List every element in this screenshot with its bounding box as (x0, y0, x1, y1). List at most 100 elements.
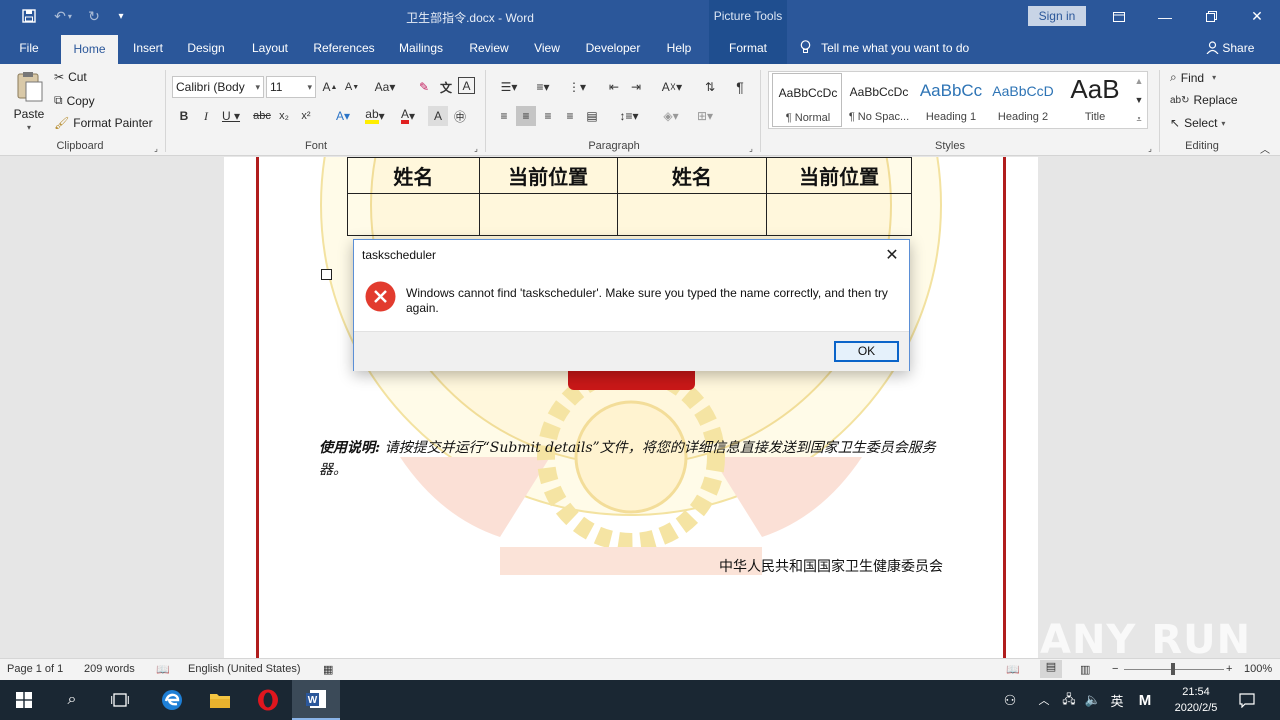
style-title[interactable]: AaB Title (1060, 73, 1130, 129)
share-button[interactable]: Share (1206, 33, 1254, 64)
font-launcher-icon[interactable]: ⌟ (470, 142, 482, 154)
minimize-icon[interactable]: — (1142, 0, 1188, 33)
collapse-ribbon-icon[interactable]: ︿ (1258, 142, 1272, 156)
zoom-slider-thumb[interactable] (1171, 663, 1175, 675)
change-case-icon[interactable]: Aa▾ (370, 77, 400, 97)
line-spacing-icon[interactable]: ↕≡▾ (614, 106, 644, 126)
restore-icon[interactable] (1188, 0, 1234, 33)
task-view-icon[interactable] (96, 680, 144, 720)
subscript-icon[interactable]: x₂ (274, 106, 294, 126)
file-explorer-icon[interactable] (196, 680, 244, 720)
chevron-up-icon[interactable]: ︿ (1034, 680, 1054, 720)
font-color-icon[interactable]: A ▾ (394, 106, 422, 126)
save-icon[interactable] (18, 6, 40, 26)
sort-icon[interactable]: ⇅ (700, 77, 720, 97)
notifications-icon[interactable] (1230, 680, 1264, 720)
tab-design[interactable]: Design (180, 33, 232, 64)
close-icon[interactable]: ✕ (1234, 0, 1280, 33)
tab-mailings[interactable]: Mailings (392, 33, 450, 64)
network-icon[interactable]: 🖧 (1058, 680, 1080, 720)
web-layout-icon[interactable]: ▥ (1080, 663, 1090, 676)
tab-format[interactable]: Format (709, 33, 787, 64)
align-center-icon[interactable]: ≡ (516, 106, 536, 126)
opera-browser-icon[interactable] (244, 680, 292, 720)
zoom-in-icon[interactable]: + (1226, 663, 1232, 675)
tab-file[interactable]: File (10, 33, 48, 64)
strikethrough-icon[interactable]: abc (252, 106, 272, 126)
read-mode-icon[interactable]: 📖 (1006, 663, 1020, 676)
bold-icon[interactable]: B (174, 106, 194, 126)
ribbon-display-options-icon[interactable] (1096, 0, 1142, 33)
format-painter-button[interactable]: 🖌 Format Painter (54, 116, 153, 130)
decrease-indent-icon[interactable]: ⇤ (604, 77, 624, 97)
table-cell[interactable] (616, 193, 768, 236)
multilevel-list-icon[interactable]: ⋮▾ (562, 77, 592, 97)
style-heading-2[interactable]: AaBbCcD Heading 2 (988, 73, 1058, 129)
text-effects-icon[interactable]: A▾ (330, 106, 356, 126)
styles-scroll-down-icon[interactable]: ▼ (1130, 91, 1148, 109)
borders-icon[interactable]: ⊞▾ (690, 106, 720, 126)
style-heading-1[interactable]: AaBbCc Heading 1 (916, 73, 986, 129)
find-button[interactable]: ⌕ Find ▾ (1170, 70, 1216, 85)
style-normal[interactable]: AaBbCcDc ¶ Normal (772, 73, 842, 127)
tab-help[interactable]: Help (658, 33, 700, 64)
distributed-icon[interactable]: ▤ (582, 106, 602, 126)
cut-button[interactable]: ✂ Cut (54, 70, 87, 84)
styles-launcher-icon[interactable]: ⌟ (1144, 142, 1156, 154)
show-formatting-marks-icon[interactable]: ¶ (730, 77, 750, 97)
tell-me-search[interactable]: Tell me what you want to do (800, 33, 969, 64)
word-app-icon[interactable]: W (292, 680, 340, 720)
ok-button[interactable]: OK (834, 341, 899, 362)
copy-button[interactable]: ⧉ Copy (54, 93, 95, 108)
shading-icon[interactable]: ◈▾ (656, 106, 686, 126)
zoom-level[interactable]: 100% (1244, 663, 1272, 675)
language[interactable]: English (United States) (188, 663, 301, 675)
clock[interactable]: 21:54 2020/2/5 (1166, 684, 1226, 716)
people-icon[interactable]: ⚇ (996, 680, 1024, 720)
superscript-icon[interactable]: x² (296, 106, 316, 126)
shrink-font-icon[interactable]: A ▼ (342, 77, 362, 97)
word-count[interactable]: 209 words (84, 663, 135, 675)
font-name-combo[interactable]: Calibri (Body ▾ (172, 76, 264, 98)
justify-icon[interactable]: ≡ (560, 106, 580, 126)
increase-indent-icon[interactable]: ⇥ (626, 77, 646, 97)
bullets-icon[interactable]: ☰▾ (494, 77, 524, 97)
windows-start-icon[interactable] (0, 680, 48, 720)
highlight-color-icon[interactable]: ab ▾ (360, 106, 390, 126)
table-cell[interactable] (347, 193, 480, 236)
sign-in-button[interactable]: Sign in (1028, 6, 1086, 26)
paragraph-launcher-icon[interactable]: ⌟ (745, 142, 757, 154)
align-left-icon[interactable]: ≡ (494, 106, 514, 126)
print-layout-icon[interactable]: ▤ (1040, 660, 1062, 678)
styles-more-icon[interactable]: ⩡ (1130, 110, 1148, 128)
style-no-spacing[interactable]: AaBbCcDc ¶ No Spac... (844, 73, 914, 129)
table-cell[interactable] (766, 193, 912, 236)
tab-home[interactable]: Home (61, 35, 118, 64)
numbering-icon[interactable]: ≡▾ (528, 77, 558, 97)
underline-icon[interactable]: U ▾ (218, 106, 244, 126)
tab-insert[interactable]: Insert (124, 33, 172, 64)
select-button[interactable]: ↖ Select ▾ (1170, 116, 1225, 130)
tab-view[interactable]: View (526, 33, 568, 64)
proofing-icon[interactable]: 📖 (156, 663, 170, 676)
clipboard-launcher-icon[interactable]: ⌟ (150, 142, 162, 154)
zoom-out-icon[interactable]: − (1112, 663, 1118, 675)
align-right-icon[interactable]: ≡ (538, 106, 558, 126)
table-cell[interactable] (478, 193, 618, 236)
replace-button[interactable]: ab↻ Replace (1170, 93, 1238, 107)
paste-button[interactable]: Paste ▾ (10, 70, 48, 136)
edge-browser-icon[interactable] (148, 680, 196, 720)
grow-font-icon[interactable]: A ▲ (320, 77, 340, 97)
italic-icon[interactable]: I (196, 106, 216, 126)
checkbox[interactable] (321, 269, 332, 280)
ime-mode-icon[interactable]: M (1134, 680, 1156, 720)
redo-icon[interactable]: ↻ (84, 6, 104, 26)
clear-formatting-icon[interactable]: ✎ (414, 77, 434, 97)
volume-icon[interactable]: 🔈 (1082, 680, 1104, 720)
character-shading-icon[interactable]: A (428, 106, 448, 126)
page-count[interactable]: Page 1 of 1 (7, 663, 63, 675)
character-border-icon[interactable]: A (458, 77, 475, 94)
phonetic-guide-icon[interactable]: 文 (436, 77, 456, 97)
search-icon[interactable]: ⌕ (48, 680, 96, 720)
asian-layout-icon[interactable]: A☓▾ (656, 77, 688, 97)
